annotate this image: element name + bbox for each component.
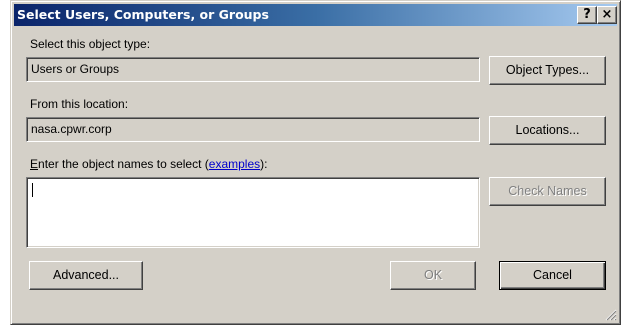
dialog-frame: Select Users, Computers, or Groups ? × S… bbox=[10, 0, 621, 325]
object-type-label: Select this object type: bbox=[30, 37, 151, 51]
close-x-icon: × bbox=[601, 7, 613, 22]
object-type-value: Users or Groups bbox=[31, 62, 120, 76]
help-button[interactable]: ? bbox=[577, 6, 597, 24]
object-types-button[interactable]: Object Types... bbox=[489, 56, 606, 85]
resize-grip-icon[interactable] bbox=[605, 309, 617, 321]
object-names-label-end: ): bbox=[260, 157, 268, 171]
cancel-button[interactable]: Cancel bbox=[499, 261, 606, 290]
advanced-button[interactable]: Advanced... bbox=[29, 261, 143, 290]
check-names-button[interactable]: Check Names bbox=[489, 177, 606, 206]
location-label: From this location: bbox=[30, 97, 129, 111]
question-mark-icon: ? bbox=[583, 7, 591, 22]
ok-button[interactable]: OK bbox=[390, 261, 476, 290]
location-value: nasa.cpwr.corp bbox=[31, 122, 112, 136]
location-field: nasa.cpwr.corp bbox=[26, 117, 480, 142]
locations-button[interactable]: Locations... bbox=[489, 116, 606, 145]
examples-link[interactable]: examples bbox=[209, 157, 260, 171]
object-names-label-text: nter the object names to select ( bbox=[38, 157, 209, 171]
select-users-dialog: Select Users, Computers, or Groups ? × S… bbox=[0, 0, 621, 335]
close-button[interactable]: × bbox=[597, 6, 617, 24]
text-caret bbox=[32, 183, 33, 197]
object-names-label: Enter the object names to select (exampl… bbox=[30, 157, 267, 171]
dialog-title: Select Users, Computers, or Groups bbox=[17, 7, 269, 22]
object-names-label-accesskey: E bbox=[30, 157, 39, 171]
title-bar[interactable]: Select Users, Computers, or Groups ? × bbox=[14, 4, 617, 26]
object-names-input[interactable] bbox=[26, 177, 480, 248]
object-type-field: Users or Groups bbox=[26, 57, 480, 82]
